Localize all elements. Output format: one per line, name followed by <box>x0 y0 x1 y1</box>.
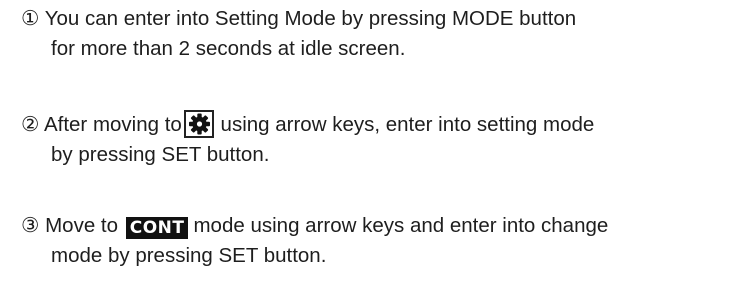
gear-icon-graphic <box>188 113 210 135</box>
cont-mode-badge: CONT <box>125 217 189 239</box>
step-2-text-after: using arrow keys, enter into setting mod… <box>220 113 595 136</box>
step-marker-1: ① <box>21 7 40 30</box>
instruction-step-3: ③ Move to CONT mode using arrow keys and … <box>21 211 608 271</box>
instruction-step-1: ① You can enter into Setting Mode by pre… <box>21 4 576 64</box>
step-2-line-1: ② After moving to using arrow keys, ente… <box>21 110 594 140</box>
step-3-text-after: mode using arrow keys and enter into cha… <box>193 214 609 237</box>
step-3-line-2: mode by pressing SET button. <box>51 244 327 267</box>
step-3-line-1: ③ Move to CONT mode using arrow keys and … <box>21 211 608 241</box>
step-1-line-2: for more than 2 seconds at idle screen. <box>51 37 406 60</box>
step-2-line-2: by pressing SET button. <box>51 143 270 166</box>
instruction-step-2: ② After moving to using arrow keys, ente… <box>21 110 594 170</box>
step-marker-3: ③ <box>21 214 40 237</box>
step-marker-2: ② <box>21 113 40 136</box>
step-1-line-1: ① You can enter into Setting Mode by pre… <box>21 4 576 34</box>
step-1-text-1: You can enter into Setting Mode by press… <box>44 7 577 30</box>
step-3-text-before: Move to <box>45 214 119 237</box>
step-2-text-before: After moving to <box>43 113 182 136</box>
gear-icon <box>183 110 214 138</box>
